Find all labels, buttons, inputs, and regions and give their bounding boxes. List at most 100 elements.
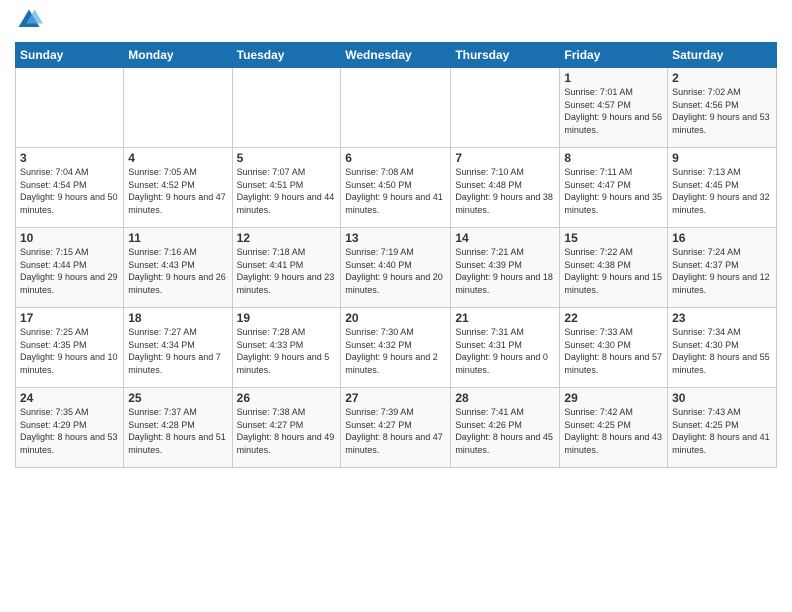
day-cell: 10Sunrise: 7:15 AM Sunset: 4:44 PM Dayli… bbox=[16, 228, 124, 308]
day-cell: 25Sunrise: 7:37 AM Sunset: 4:28 PM Dayli… bbox=[124, 388, 232, 468]
day-number: 16 bbox=[672, 231, 772, 245]
week-row-2: 3Sunrise: 7:04 AM Sunset: 4:54 PM Daylig… bbox=[16, 148, 777, 228]
day-number: 13 bbox=[345, 231, 446, 245]
day-cell: 18Sunrise: 7:27 AM Sunset: 4:34 PM Dayli… bbox=[124, 308, 232, 388]
day-info: Sunrise: 7:08 AM Sunset: 4:50 PM Dayligh… bbox=[345, 166, 446, 216]
week-row-3: 10Sunrise: 7:15 AM Sunset: 4:44 PM Dayli… bbox=[16, 228, 777, 308]
day-cell: 19Sunrise: 7:28 AM Sunset: 4:33 PM Dayli… bbox=[232, 308, 341, 388]
day-number: 25 bbox=[128, 391, 227, 405]
day-number: 1 bbox=[564, 71, 663, 85]
day-cell bbox=[16, 68, 124, 148]
day-cell: 3Sunrise: 7:04 AM Sunset: 4:54 PM Daylig… bbox=[16, 148, 124, 228]
header-cell-thursday: Thursday bbox=[451, 43, 560, 68]
day-number: 24 bbox=[20, 391, 119, 405]
header-cell-saturday: Saturday bbox=[668, 43, 777, 68]
day-cell: 27Sunrise: 7:39 AM Sunset: 4:27 PM Dayli… bbox=[341, 388, 451, 468]
day-number: 27 bbox=[345, 391, 446, 405]
day-info: Sunrise: 7:33 AM Sunset: 4:30 PM Dayligh… bbox=[564, 326, 663, 376]
day-info: Sunrise: 7:24 AM Sunset: 4:37 PM Dayligh… bbox=[672, 246, 772, 296]
day-info: Sunrise: 7:15 AM Sunset: 4:44 PM Dayligh… bbox=[20, 246, 119, 296]
calendar-table: SundayMondayTuesdayWednesdayThursdayFrid… bbox=[15, 42, 777, 468]
calendar-body: 1Sunrise: 7:01 AM Sunset: 4:57 PM Daylig… bbox=[16, 68, 777, 468]
day-cell: 24Sunrise: 7:35 AM Sunset: 4:29 PM Dayli… bbox=[16, 388, 124, 468]
day-number: 22 bbox=[564, 311, 663, 325]
day-info: Sunrise: 7:30 AM Sunset: 4:32 PM Dayligh… bbox=[345, 326, 446, 376]
day-number: 5 bbox=[237, 151, 337, 165]
day-number: 29 bbox=[564, 391, 663, 405]
page-header bbox=[15, 10, 777, 34]
day-info: Sunrise: 7:41 AM Sunset: 4:26 PM Dayligh… bbox=[455, 406, 555, 456]
day-number: 15 bbox=[564, 231, 663, 245]
day-info: Sunrise: 7:43 AM Sunset: 4:25 PM Dayligh… bbox=[672, 406, 772, 456]
day-cell: 5Sunrise: 7:07 AM Sunset: 4:51 PM Daylig… bbox=[232, 148, 341, 228]
header-cell-monday: Monday bbox=[124, 43, 232, 68]
day-number: 9 bbox=[672, 151, 772, 165]
day-info: Sunrise: 7:01 AM Sunset: 4:57 PM Dayligh… bbox=[564, 86, 663, 136]
header-cell-tuesday: Tuesday bbox=[232, 43, 341, 68]
day-cell bbox=[451, 68, 560, 148]
day-cell: 15Sunrise: 7:22 AM Sunset: 4:38 PM Dayli… bbox=[560, 228, 668, 308]
day-cell: 7Sunrise: 7:10 AM Sunset: 4:48 PM Daylig… bbox=[451, 148, 560, 228]
calendar-header: SundayMondayTuesdayWednesdayThursdayFrid… bbox=[16, 43, 777, 68]
day-cell: 14Sunrise: 7:21 AM Sunset: 4:39 PM Dayli… bbox=[451, 228, 560, 308]
day-info: Sunrise: 7:22 AM Sunset: 4:38 PM Dayligh… bbox=[564, 246, 663, 296]
day-info: Sunrise: 7:31 AM Sunset: 4:31 PM Dayligh… bbox=[455, 326, 555, 376]
day-info: Sunrise: 7:16 AM Sunset: 4:43 PM Dayligh… bbox=[128, 246, 227, 296]
header-cell-wednesday: Wednesday bbox=[341, 43, 451, 68]
day-number: 4 bbox=[128, 151, 227, 165]
day-cell: 21Sunrise: 7:31 AM Sunset: 4:31 PM Dayli… bbox=[451, 308, 560, 388]
day-number: 19 bbox=[237, 311, 337, 325]
day-info: Sunrise: 7:05 AM Sunset: 4:52 PM Dayligh… bbox=[128, 166, 227, 216]
day-cell: 20Sunrise: 7:30 AM Sunset: 4:32 PM Dayli… bbox=[341, 308, 451, 388]
day-number: 12 bbox=[237, 231, 337, 245]
header-row: SundayMondayTuesdayWednesdayThursdayFrid… bbox=[16, 43, 777, 68]
day-number: 26 bbox=[237, 391, 337, 405]
day-info: Sunrise: 7:13 AM Sunset: 4:45 PM Dayligh… bbox=[672, 166, 772, 216]
day-cell: 8Sunrise: 7:11 AM Sunset: 4:47 PM Daylig… bbox=[560, 148, 668, 228]
logo bbox=[15, 10, 43, 34]
day-info: Sunrise: 7:10 AM Sunset: 4:48 PM Dayligh… bbox=[455, 166, 555, 216]
week-row-4: 17Sunrise: 7:25 AM Sunset: 4:35 PM Dayli… bbox=[16, 308, 777, 388]
day-number: 28 bbox=[455, 391, 555, 405]
day-cell: 30Sunrise: 7:43 AM Sunset: 4:25 PM Dayli… bbox=[668, 388, 777, 468]
day-info: Sunrise: 7:34 AM Sunset: 4:30 PM Dayligh… bbox=[672, 326, 772, 376]
week-row-5: 24Sunrise: 7:35 AM Sunset: 4:29 PM Dayli… bbox=[16, 388, 777, 468]
day-cell: 13Sunrise: 7:19 AM Sunset: 4:40 PM Dayli… bbox=[341, 228, 451, 308]
day-number: 18 bbox=[128, 311, 227, 325]
day-info: Sunrise: 7:37 AM Sunset: 4:28 PM Dayligh… bbox=[128, 406, 227, 456]
page-container: SundayMondayTuesdayWednesdayThursdayFrid… bbox=[0, 0, 792, 473]
day-number: 11 bbox=[128, 231, 227, 245]
day-cell: 12Sunrise: 7:18 AM Sunset: 4:41 PM Dayli… bbox=[232, 228, 341, 308]
day-cell: 4Sunrise: 7:05 AM Sunset: 4:52 PM Daylig… bbox=[124, 148, 232, 228]
day-info: Sunrise: 7:21 AM Sunset: 4:39 PM Dayligh… bbox=[455, 246, 555, 296]
day-number: 21 bbox=[455, 311, 555, 325]
week-row-1: 1Sunrise: 7:01 AM Sunset: 4:57 PM Daylig… bbox=[16, 68, 777, 148]
day-info: Sunrise: 7:07 AM Sunset: 4:51 PM Dayligh… bbox=[237, 166, 337, 216]
day-cell bbox=[232, 68, 341, 148]
header-cell-sunday: Sunday bbox=[16, 43, 124, 68]
day-cell bbox=[341, 68, 451, 148]
day-number: 30 bbox=[672, 391, 772, 405]
day-number: 20 bbox=[345, 311, 446, 325]
day-number: 8 bbox=[564, 151, 663, 165]
day-number: 10 bbox=[20, 231, 119, 245]
day-number: 2 bbox=[672, 71, 772, 85]
day-number: 7 bbox=[455, 151, 555, 165]
day-info: Sunrise: 7:18 AM Sunset: 4:41 PM Dayligh… bbox=[237, 246, 337, 296]
day-cell: 23Sunrise: 7:34 AM Sunset: 4:30 PM Dayli… bbox=[668, 308, 777, 388]
day-cell: 22Sunrise: 7:33 AM Sunset: 4:30 PM Dayli… bbox=[560, 308, 668, 388]
day-cell: 28Sunrise: 7:41 AM Sunset: 4:26 PM Dayli… bbox=[451, 388, 560, 468]
logo-icon bbox=[15, 6, 43, 34]
day-cell: 26Sunrise: 7:38 AM Sunset: 4:27 PM Dayli… bbox=[232, 388, 341, 468]
day-info: Sunrise: 7:35 AM Sunset: 4:29 PM Dayligh… bbox=[20, 406, 119, 456]
day-number: 17 bbox=[20, 311, 119, 325]
day-info: Sunrise: 7:27 AM Sunset: 4:34 PM Dayligh… bbox=[128, 326, 227, 376]
day-number: 6 bbox=[345, 151, 446, 165]
day-info: Sunrise: 7:19 AM Sunset: 4:40 PM Dayligh… bbox=[345, 246, 446, 296]
day-cell: 29Sunrise: 7:42 AM Sunset: 4:25 PM Dayli… bbox=[560, 388, 668, 468]
day-number: 3 bbox=[20, 151, 119, 165]
day-info: Sunrise: 7:04 AM Sunset: 4:54 PM Dayligh… bbox=[20, 166, 119, 216]
day-cell: 9Sunrise: 7:13 AM Sunset: 4:45 PM Daylig… bbox=[668, 148, 777, 228]
day-number: 14 bbox=[455, 231, 555, 245]
day-info: Sunrise: 7:28 AM Sunset: 4:33 PM Dayligh… bbox=[237, 326, 337, 376]
